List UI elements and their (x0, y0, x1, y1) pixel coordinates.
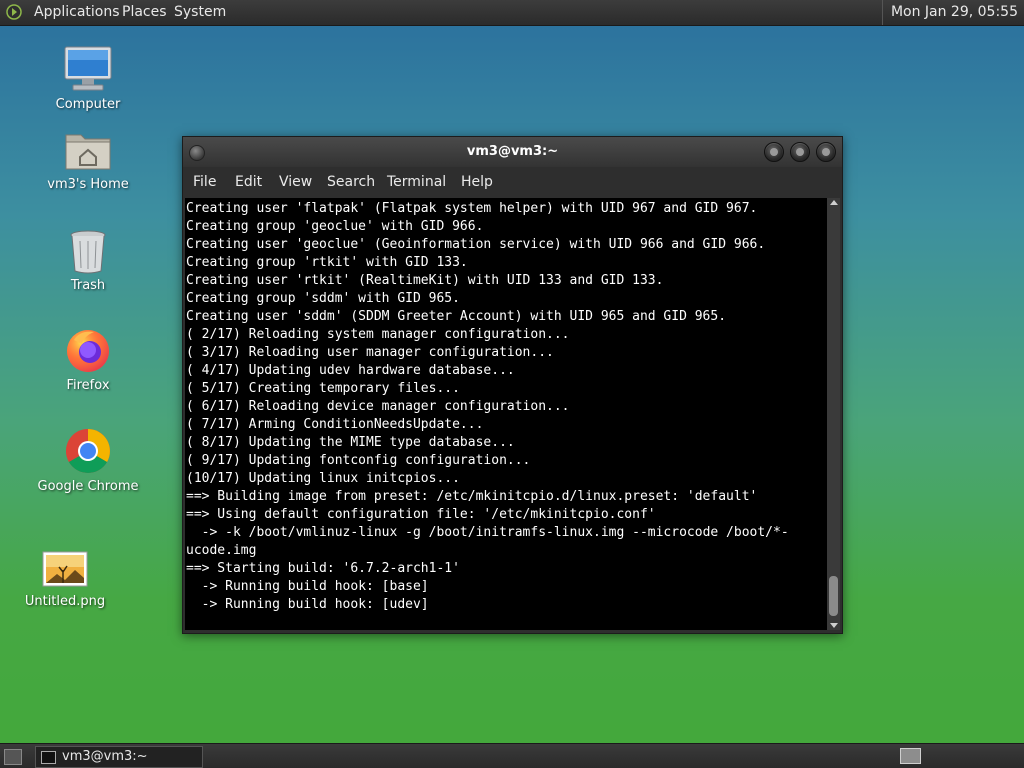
desktop-icon-trash[interactable]: Trash (33, 228, 143, 293)
menu-edit[interactable]: Edit (235, 174, 262, 190)
window-titlebar[interactable]: vm3@vm3:~ (183, 137, 842, 167)
desktop-icon-chrome[interactable]: Google Chrome (33, 427, 143, 494)
home-folder-icon (65, 134, 111, 170)
computer-icon (64, 46, 112, 91)
desktop-icon-label: vm3's Home (47, 177, 129, 192)
terminal-output-area[interactable]: Creating user 'flatpak' (Flatpak system … (185, 198, 827, 630)
bottom-panel: vm3@vm3:~ (0, 743, 1024, 768)
scroll-up-arrow-icon[interactable] (830, 200, 838, 205)
trash-icon (70, 230, 106, 274)
system-menu[interactable]: System (174, 4, 226, 21)
desktop-icon-label: Firefox (66, 378, 110, 393)
taskbar-item-terminal[interactable]: vm3@vm3:~ (35, 746, 203, 768)
minimize-button[interactable] (764, 142, 784, 162)
terminal-output: Creating user 'flatpak' (Flatpak system … (186, 201, 789, 612)
desktop-icon-label: Computer (55, 97, 121, 112)
menu-view[interactable]: View (279, 174, 312, 190)
desktop-icon-firefox[interactable]: Firefox (33, 326, 143, 393)
chrome-icon (66, 429, 110, 473)
places-menu[interactable]: Places (122, 4, 167, 21)
workspace-switcher[interactable] (900, 748, 921, 764)
terminal-window[interactable]: vm3@vm3:~ File Edit View Search Terminal… (182, 136, 843, 634)
close-button[interactable] (816, 142, 836, 162)
menu-help[interactable]: Help (461, 174, 493, 190)
desktop-icon-untitled-png[interactable]: Untitled.png (10, 550, 120, 609)
menu-terminal[interactable]: Terminal (387, 174, 446, 190)
applications-menu[interactable]: Applications (34, 4, 120, 21)
scroll-down-arrow-icon[interactable] (830, 623, 838, 628)
menu-file[interactable]: File (193, 174, 216, 190)
window-title: vm3@vm3:~ (466, 144, 559, 159)
clock[interactable]: Mon Jan 29, 05:55 (881, 0, 1024, 25)
desktop-icon-label: Untitled.png (24, 594, 106, 609)
desktop-icon-home[interactable]: vm3's Home (33, 127, 143, 192)
menu-search[interactable]: Search (327, 174, 375, 190)
taskbar-item-label: vm3@vm3:~ (62, 749, 148, 764)
desktop-icon-label: Trash (70, 278, 106, 293)
show-desktop-icon[interactable] (4, 749, 22, 765)
desktop-icon-computer[interactable]: Computer (33, 45, 143, 112)
desktop-icon-label: Google Chrome (37, 479, 139, 494)
image-file-icon (42, 551, 88, 587)
terminal-scrollbar[interactable] (827, 198, 840, 630)
terminal-menubar: File Edit View Search Terminal Help (183, 167, 842, 197)
applications-menu-icon[interactable] (6, 4, 22, 20)
maximize-button[interactable] (790, 142, 810, 162)
terminal-icon (41, 751, 56, 764)
top-panel: Applications Places System Mon Jan 29, 0… (0, 0, 1024, 26)
scrollbar-thumb[interactable] (829, 576, 838, 616)
firefox-icon (67, 330, 109, 372)
